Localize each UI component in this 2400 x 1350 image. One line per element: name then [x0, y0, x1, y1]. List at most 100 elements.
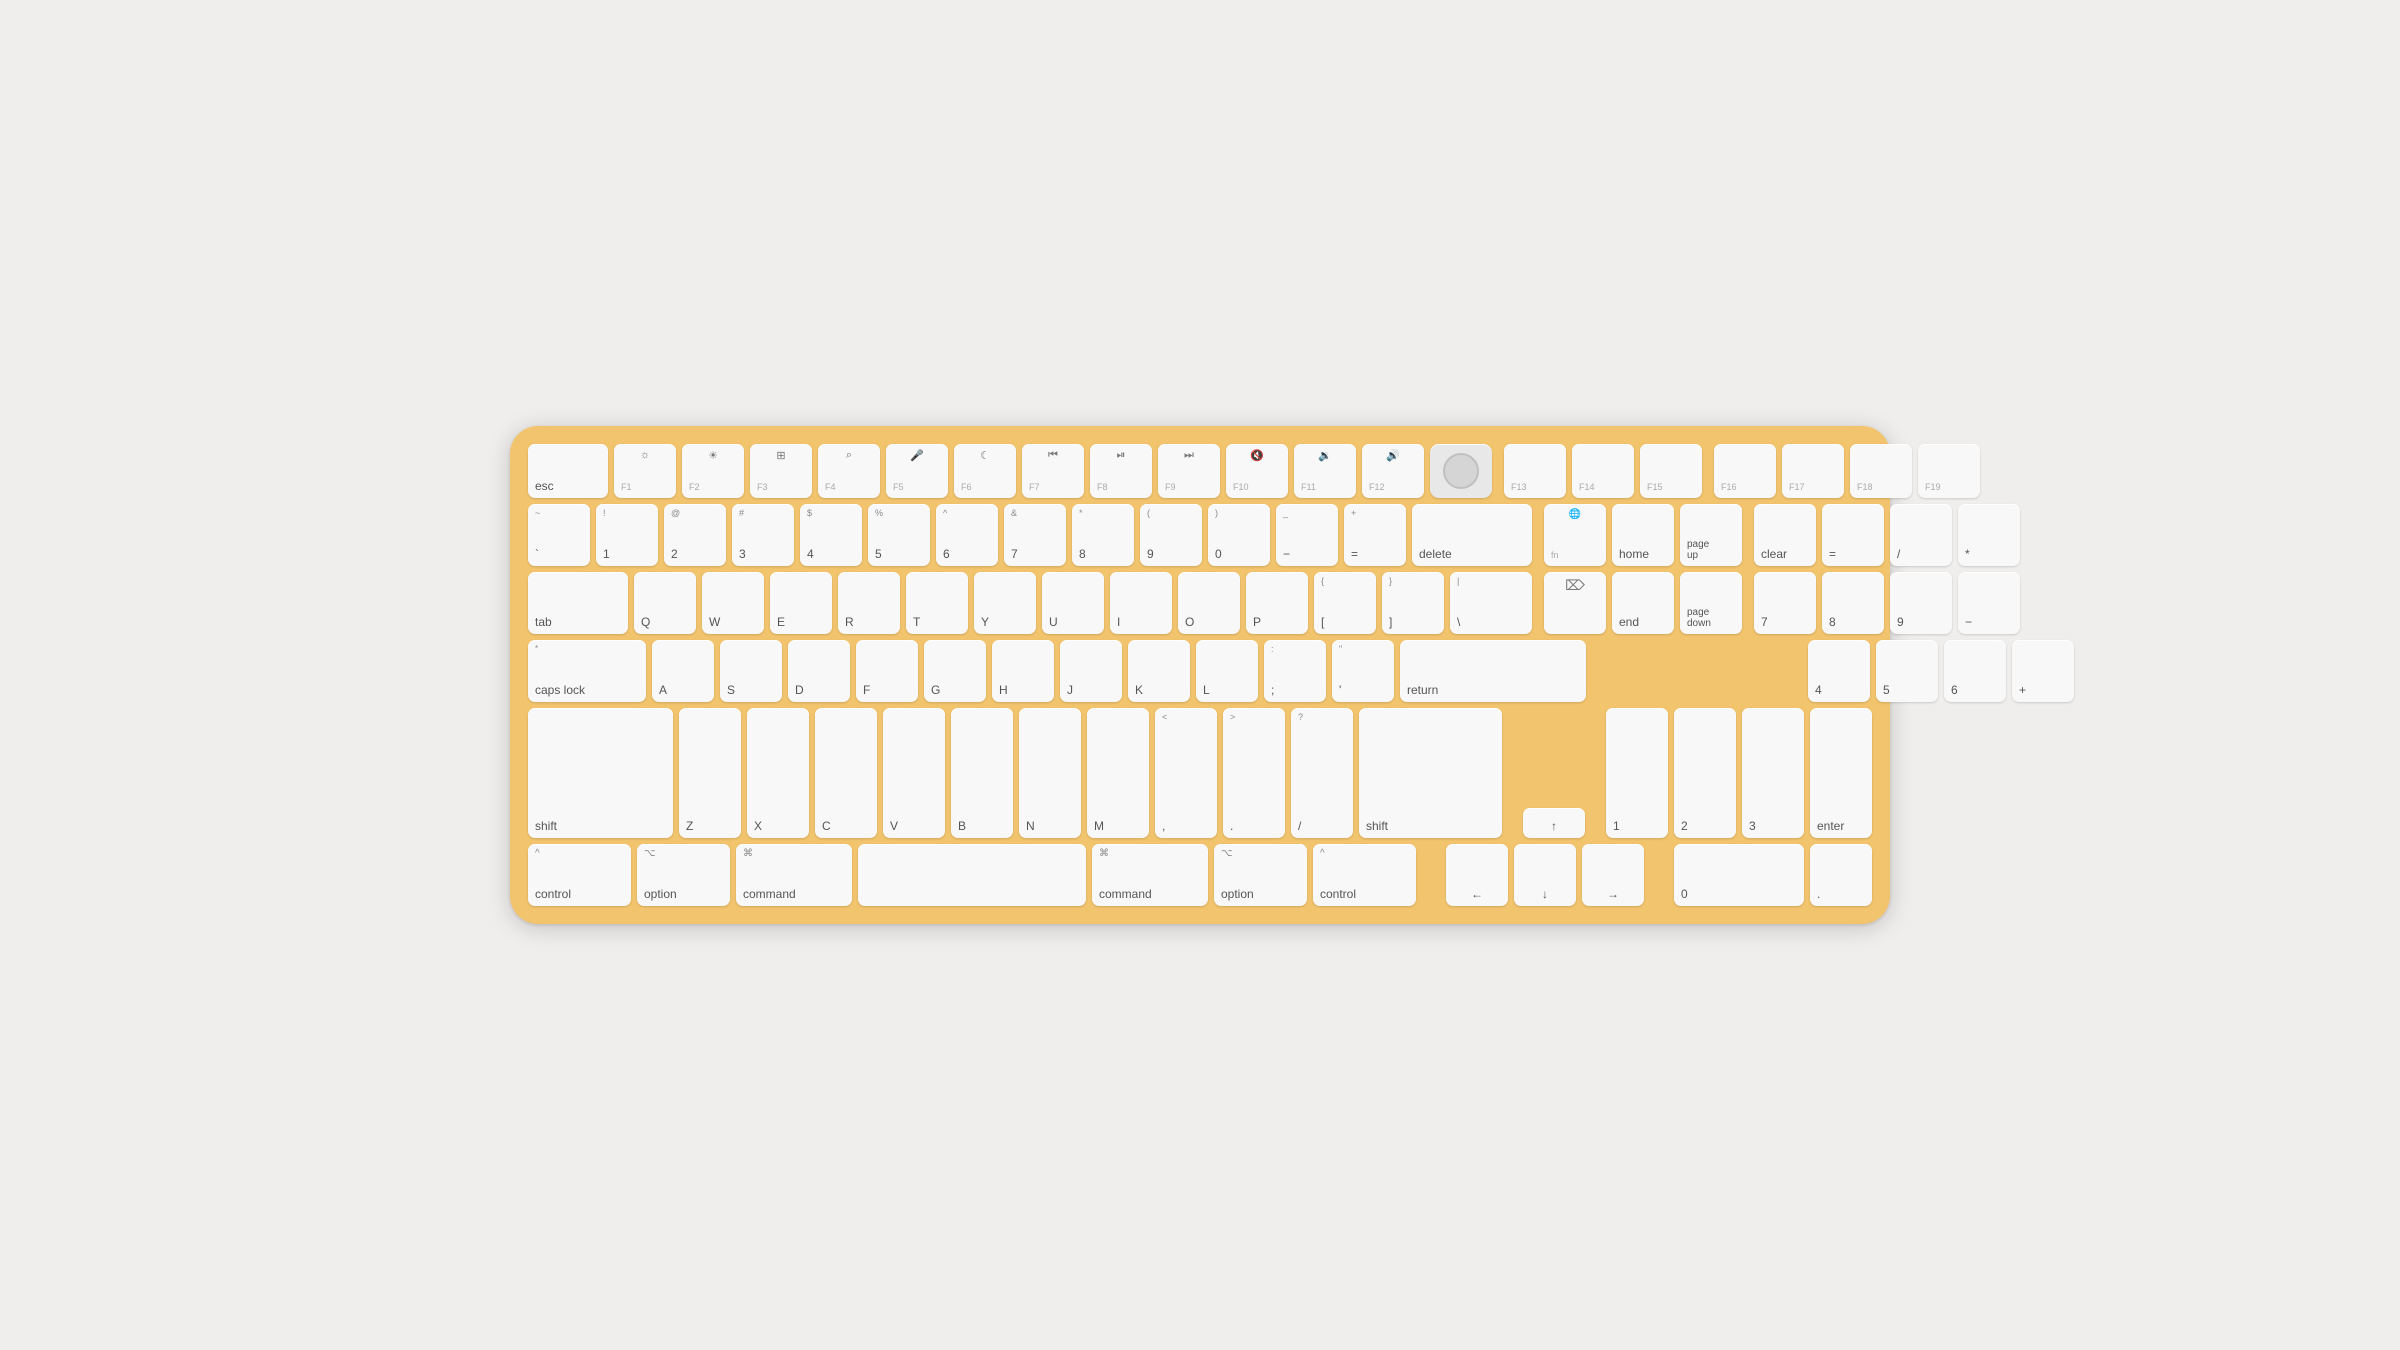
key-9[interactable]: ( 9	[1140, 504, 1202, 566]
key-8[interactable]: * 8	[1072, 504, 1134, 566]
key-g[interactable]: G	[924, 640, 986, 702]
key-arrow-right[interactable]: →	[1582, 844, 1644, 906]
key-delete[interactable]: delete	[1412, 504, 1532, 566]
key-z[interactable]: Z	[679, 708, 741, 838]
key-h[interactable]: H	[992, 640, 1054, 702]
key-k[interactable]: K	[1128, 640, 1190, 702]
key-w[interactable]: W	[702, 572, 764, 634]
key-f9[interactable]: ⏭ F9	[1158, 444, 1220, 498]
key-f3[interactable]: ⊞ F3	[750, 444, 812, 498]
key-num-8[interactable]: 8	[1822, 572, 1884, 634]
key-f15[interactable]: F15	[1640, 444, 1702, 498]
key-comma[interactable]: < ,	[1155, 708, 1217, 838]
key-equals[interactable]: + =	[1344, 504, 1406, 566]
key-e[interactable]: E	[770, 572, 832, 634]
key-f1[interactable]: ☼ F1	[614, 444, 676, 498]
key-0[interactable]: ) 0	[1208, 504, 1270, 566]
key-clear[interactable]: clear	[1754, 504, 1816, 566]
key-slash[interactable]: ? /	[1291, 708, 1353, 838]
key-rbracket[interactable]: } ]	[1382, 572, 1444, 634]
key-j[interactable]: J	[1060, 640, 1122, 702]
key-2[interactable]: @ 2	[664, 504, 726, 566]
key-n[interactable]: N	[1019, 708, 1081, 838]
key-space[interactable]	[858, 844, 1086, 906]
key-f2[interactable]: ☀ F2	[682, 444, 744, 498]
key-return[interactable]: return	[1400, 640, 1586, 702]
key-f14[interactable]: F14	[1572, 444, 1634, 498]
key-arrow-down[interactable]: ↓	[1514, 844, 1576, 906]
key-m[interactable]: M	[1087, 708, 1149, 838]
key-home[interactable]: home	[1612, 504, 1674, 566]
key-shift-left[interactable]: shift	[528, 708, 673, 838]
key-num-minus[interactable]: −	[1958, 572, 2020, 634]
key-semicolon[interactable]: : ;	[1264, 640, 1326, 702]
key-pagedown[interactable]: pagedown	[1680, 572, 1742, 634]
key-5[interactable]: % 5	[868, 504, 930, 566]
key-command-left[interactable]: ⌘ command	[736, 844, 852, 906]
key-shift-right[interactable]: shift	[1359, 708, 1502, 838]
key-num-enter[interactable]: enter	[1810, 708, 1872, 838]
key-num-divide[interactable]: /	[1890, 504, 1952, 566]
key-f17[interactable]: F17	[1782, 444, 1844, 498]
key-i[interactable]: I	[1110, 572, 1172, 634]
key-lbracket[interactable]: { [	[1314, 572, 1376, 634]
key-fn[interactable]: 🌐 fn	[1544, 504, 1606, 566]
key-s[interactable]: S	[720, 640, 782, 702]
key-backtick[interactable]: ~ `	[528, 504, 590, 566]
key-o[interactable]: O	[1178, 572, 1240, 634]
key-num-6[interactable]: 6	[1944, 640, 2006, 702]
key-r[interactable]: R	[838, 572, 900, 634]
key-arrow-left[interactable]: ←	[1446, 844, 1508, 906]
key-f19[interactable]: F19	[1918, 444, 1980, 498]
key-num-plus[interactable]: +	[2012, 640, 2074, 702]
key-f16[interactable]: F16	[1714, 444, 1776, 498]
key-6[interactable]: ^ 6	[936, 504, 998, 566]
key-f8[interactable]: ⏯ F8	[1090, 444, 1152, 498]
key-pageup[interactable]: pageup	[1680, 504, 1742, 566]
key-f[interactable]: F	[856, 640, 918, 702]
key-num-9[interactable]: 9	[1890, 572, 1952, 634]
key-num-dot[interactable]: .	[1810, 844, 1872, 906]
key-l[interactable]: L	[1196, 640, 1258, 702]
key-x[interactable]: X	[747, 708, 809, 838]
key-end[interactable]: end	[1612, 572, 1674, 634]
key-f11[interactable]: 🔉 F11	[1294, 444, 1356, 498]
key-b[interactable]: B	[951, 708, 1013, 838]
key-d[interactable]: D	[788, 640, 850, 702]
key-f10[interactable]: 🔇 F10	[1226, 444, 1288, 498]
key-num-4[interactable]: 4	[1808, 640, 1870, 702]
key-f18[interactable]: F18	[1850, 444, 1912, 498]
key-f4[interactable]: ⌕ F4	[818, 444, 880, 498]
key-f5[interactable]: 🎤 F5	[886, 444, 948, 498]
key-control-left[interactable]: ^ control	[528, 844, 631, 906]
key-q[interactable]: Q	[634, 572, 696, 634]
key-num-2[interactable]: 2	[1674, 708, 1736, 838]
key-f7[interactable]: ⏮ F7	[1022, 444, 1084, 498]
key-num-1[interactable]: 1	[1606, 708, 1668, 838]
key-7[interactable]: & 7	[1004, 504, 1066, 566]
key-3[interactable]: # 3	[732, 504, 794, 566]
key-p[interactable]: P	[1246, 572, 1308, 634]
key-a[interactable]: A	[652, 640, 714, 702]
key-y[interactable]: Y	[974, 572, 1036, 634]
key-capslock[interactable]: * caps lock	[528, 640, 646, 702]
key-c[interactable]: C	[815, 708, 877, 838]
key-quote[interactable]: " '	[1332, 640, 1394, 702]
key-num-3[interactable]: 3	[1742, 708, 1804, 838]
key-arrow-up[interactable]: ↑	[1523, 808, 1585, 838]
key-tab[interactable]: tab	[528, 572, 628, 634]
key-command-right[interactable]: ⌘ command	[1092, 844, 1208, 906]
key-num-equals[interactable]: =	[1822, 504, 1884, 566]
key-f6[interactable]: ☾ F6	[954, 444, 1016, 498]
key-4[interactable]: $ 4	[800, 504, 862, 566]
key-touchid[interactable]	[1430, 444, 1492, 498]
key-f12[interactable]: 🔊 F12	[1362, 444, 1424, 498]
key-period[interactable]: > .	[1223, 708, 1285, 838]
key-u[interactable]: U	[1042, 572, 1104, 634]
key-fwddel[interactable]: ⌦	[1544, 572, 1606, 634]
key-option-right[interactable]: ⌥ option	[1214, 844, 1307, 906]
key-t[interactable]: T	[906, 572, 968, 634]
key-esc[interactable]: esc	[528, 444, 608, 498]
key-minus[interactable]: _ −	[1276, 504, 1338, 566]
key-v[interactable]: V	[883, 708, 945, 838]
